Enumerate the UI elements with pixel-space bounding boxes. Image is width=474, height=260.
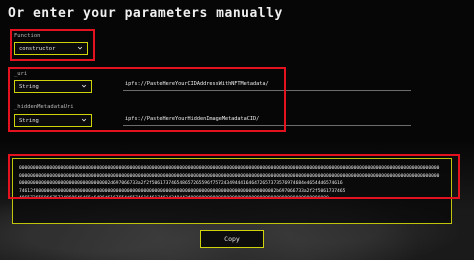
function-selected-value: constructor [19, 45, 56, 52]
function-label: Function [14, 33, 41, 39]
uri-value-input[interactable]: ipfs://PasteHereYourCIDAddressWithNFTMet… [125, 81, 269, 87]
bytecode-line: 0000000000000000000000000000000000000000… [19, 173, 440, 179]
uri-type-value: String [19, 83, 39, 90]
chevron-down-icon [77, 46, 83, 50]
hidden-uri-type-value: String [19, 117, 39, 124]
bytecode-line: 000000000000000000000000000000002d697066… [19, 181, 343, 187]
uri-label: _uri [14, 71, 28, 77]
page-title: Or enter your parameters manually [8, 6, 283, 21]
function-select[interactable]: constructor [14, 42, 88, 55]
encoded-parameters-output[interactable]: 0000000000000000000000000000000000000000… [12, 158, 452, 224]
chevron-down-icon [81, 118, 87, 122]
hidden-uri-input-underline [123, 125, 411, 126]
bytecode-line: 48657265596f75724869646465e6496d6167654d… [19, 196, 329, 202]
hidden-uri-label: _hiddenMetadataUri [14, 104, 74, 110]
copy-button[interactable]: Copy [200, 230, 264, 248]
hidden-uri-type-select[interactable]: String [14, 114, 92, 127]
bytecode-line: 0000000000000000000000000000000000000000… [19, 166, 440, 171]
uri-type-select[interactable]: String [14, 80, 92, 93]
uri-input-underline [123, 90, 411, 91]
chevron-down-icon [81, 84, 87, 88]
bytecode-line: 74612f0000000000000000000000000000000000… [19, 188, 346, 194]
hidden-uri-value-input[interactable]: ipfs://PasteHereYourHiddenImageMetadataC… [125, 116, 259, 122]
